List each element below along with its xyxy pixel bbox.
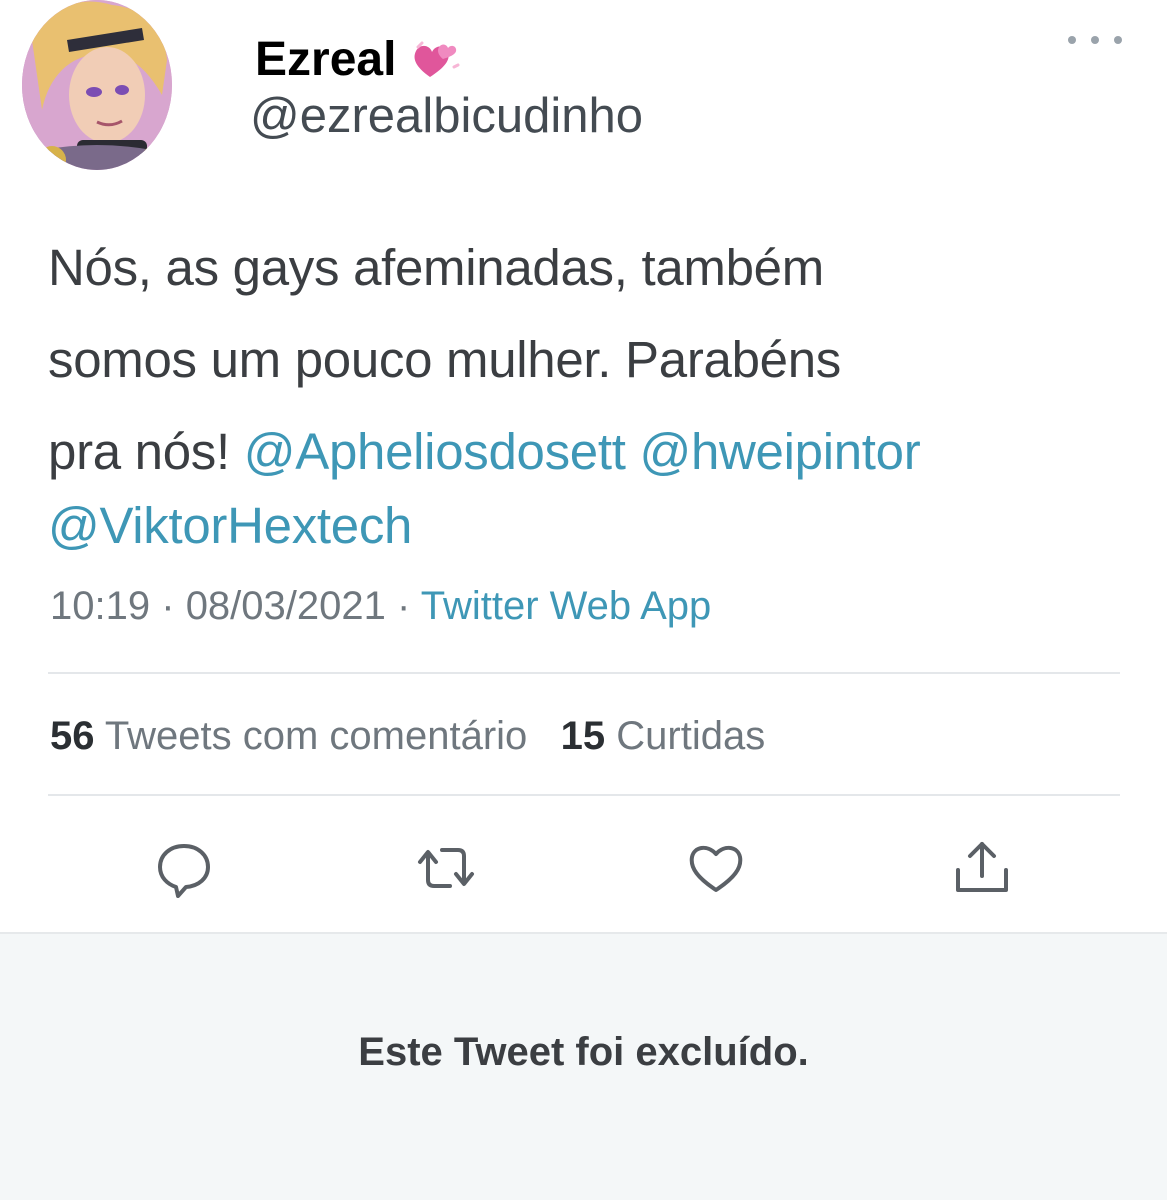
- quote-tweets-stat[interactable]: 56 Tweets com comentário: [50, 714, 527, 758]
- author-name[interactable]: Ezreal: [255, 30, 460, 90]
- retweet-icon: [418, 848, 474, 888]
- like-button[interactable]: [684, 836, 748, 900]
- reply-button[interactable]: [152, 836, 216, 900]
- mention-link[interactable]: @Apheliosdosett: [244, 423, 626, 480]
- tweet-text-line: Nós, as gays afeminadas, também: [48, 239, 824, 296]
- quote-count: 56: [50, 714, 95, 758]
- avatar[interactable]: [22, 0, 172, 170]
- like-label: Curtidas: [616, 714, 766, 758]
- meta-separator: ·: [161, 584, 175, 628]
- retweet-button[interactable]: [414, 836, 478, 900]
- revolving-hearts-icon: [414, 41, 460, 77]
- deleted-tweet-notice: Este Tweet foi excluído.: [358, 1030, 809, 1074]
- quote-label: Tweets com comentário: [104, 714, 528, 758]
- reply-icon: [158, 844, 210, 898]
- share-icon: [956, 842, 1008, 892]
- more-options-icon[interactable]: [1068, 28, 1122, 52]
- likes-stat[interactable]: 15 Curtidas: [561, 714, 766, 758]
- tweet-time[interactable]: 10:19: [50, 584, 150, 628]
- avatar-image: [22, 0, 172, 170]
- tweet-source-link[interactable]: Twitter Web App: [421, 584, 712, 628]
- like-count: 15: [560, 714, 606, 758]
- tweet-stats: 56 Tweets com comentário 15 Curtidas: [50, 708, 765, 764]
- author-username[interactable]: @ezrealbicudinho: [250, 86, 643, 146]
- mention-link[interactable]: @hweipintor: [639, 423, 920, 480]
- divider: [48, 794, 1120, 796]
- tweet-text-line: pra nós!: [48, 423, 230, 480]
- divider: [48, 672, 1120, 674]
- deleted-tweet-panel: Este Tweet foi excluído.: [0, 932, 1167, 1200]
- tweet-text-line: somos um pouco mulher. Parabéns: [48, 331, 841, 388]
- tweet-date[interactable]: 08/03/2021: [186, 584, 386, 628]
- display-name-text[interactable]: Ezreal: [255, 30, 396, 90]
- tweet-card: Ezreal @ezrealbicudinho Nós, as gays afe…: [0, 0, 1167, 930]
- share-button[interactable]: [950, 836, 1014, 900]
- meta-separator: ·: [397, 584, 411, 628]
- mention-link[interactable]: @ViktorHextech: [48, 497, 412, 554]
- tweet-meta: 10:19 · 08/03/2021 · Twitter Web App: [50, 578, 711, 634]
- tweet-text: Nós, as gays afeminadas, também somos um…: [48, 222, 1128, 572]
- like-icon: [689, 845, 743, 892]
